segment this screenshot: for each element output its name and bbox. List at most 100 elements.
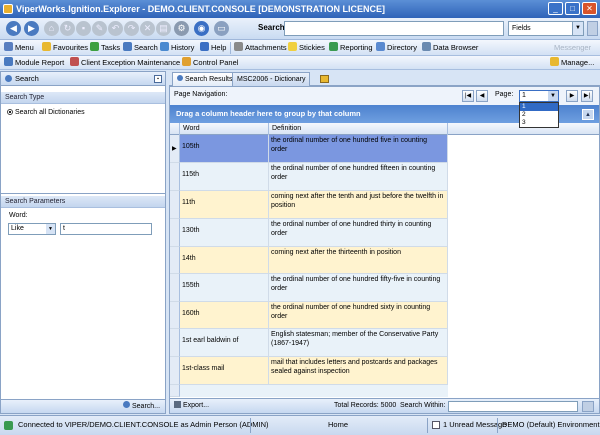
tab-search-results[interactable]: Search Results — [172, 72, 238, 86]
search-item[interactable]: Search — [123, 42, 158, 54]
table-row[interactable]: 1st-class mail mail that includes letter… — [170, 357, 448, 385]
menu-icon — [4, 42, 13, 51]
separator — [230, 42, 231, 54]
table-row[interactable]: 1st earl baldwin of bewdley English stat… — [170, 329, 448, 357]
stickies-item[interactable]: Stickies — [288, 42, 325, 54]
control-panel-link[interactable]: Control Panel — [182, 57, 238, 69]
table-row[interactable]: 14th coming next after the thirteenth in… — [170, 247, 448, 274]
row-indicator-header — [170, 123, 180, 135]
first-page-button[interactable]: |◀ — [462, 90, 474, 102]
edit-icon[interactable]: ✎ — [92, 21, 107, 36]
cell-definition: the ordinal number of one hundred sixty … — [269, 302, 448, 329]
cell-definition: the ordinal number of one hundred fifty-… — [269, 274, 448, 302]
table-row[interactable]: 115th the ordinal number of one hundred … — [170, 163, 448, 191]
export-button[interactable]: Export... — [174, 399, 209, 413]
navigate-icon[interactable]: ◉ — [194, 21, 209, 36]
search-input[interactable] — [284, 21, 504, 36]
cell-word: 155th — [180, 274, 269, 302]
last-page-button[interactable]: ▶| — [581, 90, 593, 102]
report-icon — [4, 57, 13, 66]
close-button[interactable]: ✕ — [582, 2, 597, 15]
maximize-button[interactable]: □ — [565, 2, 580, 15]
favourites-item[interactable]: Favourites — [42, 42, 88, 54]
undo-icon[interactable]: ↶ — [108, 21, 123, 36]
page-option[interactable]: 2 — [520, 111, 558, 119]
radio-icon[interactable] — [7, 109, 13, 115]
page-dropdown-list: 1 2 3 — [519, 102, 559, 128]
page-option[interactable]: 1 — [520, 103, 558, 111]
attachments-item[interactable]: Attachments — [234, 42, 287, 54]
chevron-down-icon[interactable]: ▼ — [572, 22, 583, 35]
table-row[interactable]: ▶ 105th the ordinal number of one hundre… — [170, 135, 448, 163]
table-row[interactable]: 155th the ordinal number of one hundred … — [170, 274, 448, 302]
search-icon — [177, 75, 183, 81]
search-within-button[interactable] — [582, 401, 594, 412]
manage-link[interactable]: Manage... — [550, 57, 594, 69]
table-row[interactable]: 160th the ordinal number of one hundred … — [170, 302, 448, 329]
help-item[interactable]: Help — [200, 42, 226, 54]
connection-status: Connected to VIPER/DEMO.CLIENT.CONSOLE a… — [18, 420, 269, 429]
redo-icon[interactable]: ↷ — [124, 21, 139, 36]
grid-icon — [422, 42, 431, 51]
minimize-button[interactable]: _ — [548, 2, 563, 15]
cell-word: 130th — [180, 219, 269, 247]
app-icon — [3, 4, 13, 14]
cell-definition: English statesman; member of the Conserv… — [269, 329, 448, 357]
history-item[interactable]: History — [160, 42, 194, 54]
home-status[interactable]: Home — [328, 416, 348, 434]
cell-word: 105th — [180, 135, 269, 163]
table-row[interactable] — [170, 385, 448, 397]
module-report-link[interactable]: Module Report — [4, 57, 64, 69]
tab-dictionary[interactable]: MSC2006 - Dictionary — [232, 72, 311, 86]
fields-select[interactable]: Fields ▼ — [508, 21, 584, 36]
environment-status: DEMO (Default) Environment — [502, 420, 600, 429]
search-icon — [123, 401, 130, 408]
settings-icon[interactable]: ⚙ — [174, 21, 189, 36]
table-row[interactable]: 130th the ordinal number of one hundred … — [170, 219, 448, 247]
operator-select[interactable]: Like ▼ — [8, 223, 56, 235]
cell-word: 14th — [180, 247, 269, 274]
fields-value: Fields — [512, 25, 531, 32]
directory-item[interactable]: Directory — [376, 42, 417, 54]
column-header-definition[interactable]: Definition — [269, 123, 448, 135]
reporting-item[interactable]: Reporting — [329, 42, 373, 54]
search-type-option[interactable]: Search all Dictionaries — [1, 104, 165, 121]
chevron-down-icon[interactable]: ▼ — [548, 91, 558, 101]
search-go-button[interactable] — [587, 21, 598, 36]
paperclip-icon — [234, 42, 243, 51]
total-records: Total Records: 5000 — [334, 402, 397, 409]
refresh-icon[interactable]: ↻ — [60, 21, 75, 36]
search-params-header: Search Parameters — [1, 196, 165, 208]
table-row[interactable]: 11th coming next after the tenth and jus… — [170, 191, 448, 219]
word-input[interactable]: t — [60, 223, 152, 235]
client-exception-link[interactable]: Client Exception Maintenance — [70, 57, 180, 69]
connection-icon — [4, 421, 13, 430]
cell-word: 160th — [180, 302, 269, 329]
column-header-word[interactable]: Word — [180, 123, 269, 135]
save-icon[interactable]: ▪ — [76, 21, 91, 36]
back-icon[interactable]: ◀ — [6, 21, 21, 36]
data-browser-item[interactable]: Data Browser — [422, 42, 478, 54]
home-icon[interactable]: ⌂ — [44, 21, 59, 36]
chevron-up-icon[interactable]: ▲ — [582, 109, 594, 120]
page-select[interactable]: 1 ▼ — [519, 90, 559, 102]
search-button[interactable]: Search... — [123, 401, 160, 410]
tasks-item[interactable]: Tasks — [90, 42, 120, 54]
new-tab-icon[interactable] — [320, 75, 329, 83]
chevron-down-icon[interactable]: ▼ — [46, 224, 55, 234]
window-icon[interactable]: ▭ — [214, 21, 229, 36]
menu-item[interactable]: Menu — [4, 42, 34, 54]
collapse-icon[interactable]: ▪ — [154, 75, 162, 83]
previous-page-button[interactable]: ◀ — [476, 90, 488, 102]
search-within-input[interactable] — [448, 401, 578, 412]
delete-icon[interactable]: ✕ — [140, 21, 155, 36]
history-icon — [160, 42, 169, 51]
print-icon[interactable]: ▤ — [156, 21, 171, 36]
sticky-note-icon — [288, 42, 297, 51]
search-type-header: Search Type — [1, 92, 165, 104]
page-option[interactable]: 3 — [520, 119, 558, 127]
directory-icon — [376, 42, 385, 51]
forward-icon[interactable]: ▶ — [24, 21, 39, 36]
next-page-button[interactable]: ▶ — [566, 90, 578, 102]
messenger-item: Messenger — [554, 43, 592, 52]
